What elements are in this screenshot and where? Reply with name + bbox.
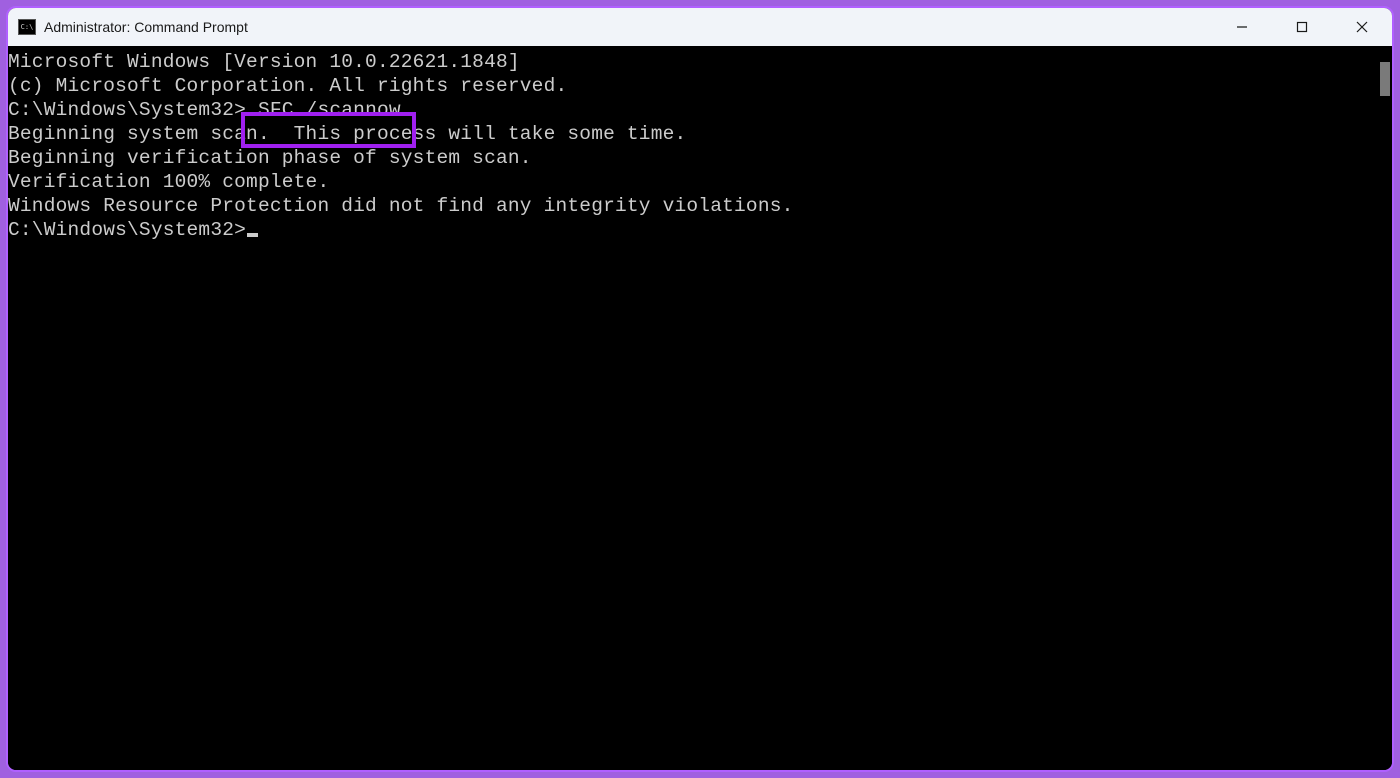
minimize-icon bbox=[1236, 21, 1248, 33]
terminal-line: Microsoft Windows [Version 10.0.22621.18… bbox=[8, 50, 1378, 74]
scrollbar-vertical[interactable] bbox=[1378, 46, 1392, 770]
close-icon bbox=[1356, 21, 1368, 33]
prompt-text: C:\Windows\System32> bbox=[8, 99, 246, 121]
titlebar[interactable]: C:\ Administrator: Command Prompt bbox=[8, 8, 1392, 46]
cmd-icon: C:\ bbox=[18, 19, 36, 35]
title-left: C:\ Administrator: Command Prompt bbox=[18, 19, 1212, 35]
terminal-line: Beginning verification phase of system s… bbox=[8, 146, 1378, 170]
terminal-line: C:\Windows\System32> SFC /scannow bbox=[8, 98, 1378, 122]
maximize-icon bbox=[1296, 21, 1308, 33]
maximize-button[interactable] bbox=[1272, 8, 1332, 46]
terminal-body[interactable]: Microsoft Windows [Version 10.0.22621.18… bbox=[8, 46, 1392, 770]
terminal-line: Verification 100% complete. bbox=[8, 170, 1378, 194]
cursor bbox=[247, 233, 258, 237]
window-title: Administrator: Command Prompt bbox=[44, 19, 248, 35]
terminal-content[interactable]: Microsoft Windows [Version 10.0.22621.18… bbox=[8, 46, 1378, 770]
command-prompt-window: C:\ Administrator: Command Prompt Micros… bbox=[6, 6, 1394, 772]
terminal-line: Beginning system scan. This process will… bbox=[8, 122, 1378, 146]
command-text: SFC /scannow bbox=[246, 99, 413, 121]
terminal-line: C:\Windows\System32> bbox=[8, 218, 1378, 242]
cmd-icon-text: C:\ bbox=[21, 24, 34, 31]
terminal-line: (c) Microsoft Corporation. All rights re… bbox=[8, 74, 1378, 98]
prompt-text: C:\Windows\System32> bbox=[8, 219, 246, 241]
minimize-button[interactable] bbox=[1212, 8, 1272, 46]
close-button[interactable] bbox=[1332, 8, 1392, 46]
terminal-line: Windows Resource Protection did not find… bbox=[8, 194, 1378, 218]
window-controls bbox=[1212, 8, 1392, 46]
scrollbar-thumb[interactable] bbox=[1380, 62, 1390, 96]
